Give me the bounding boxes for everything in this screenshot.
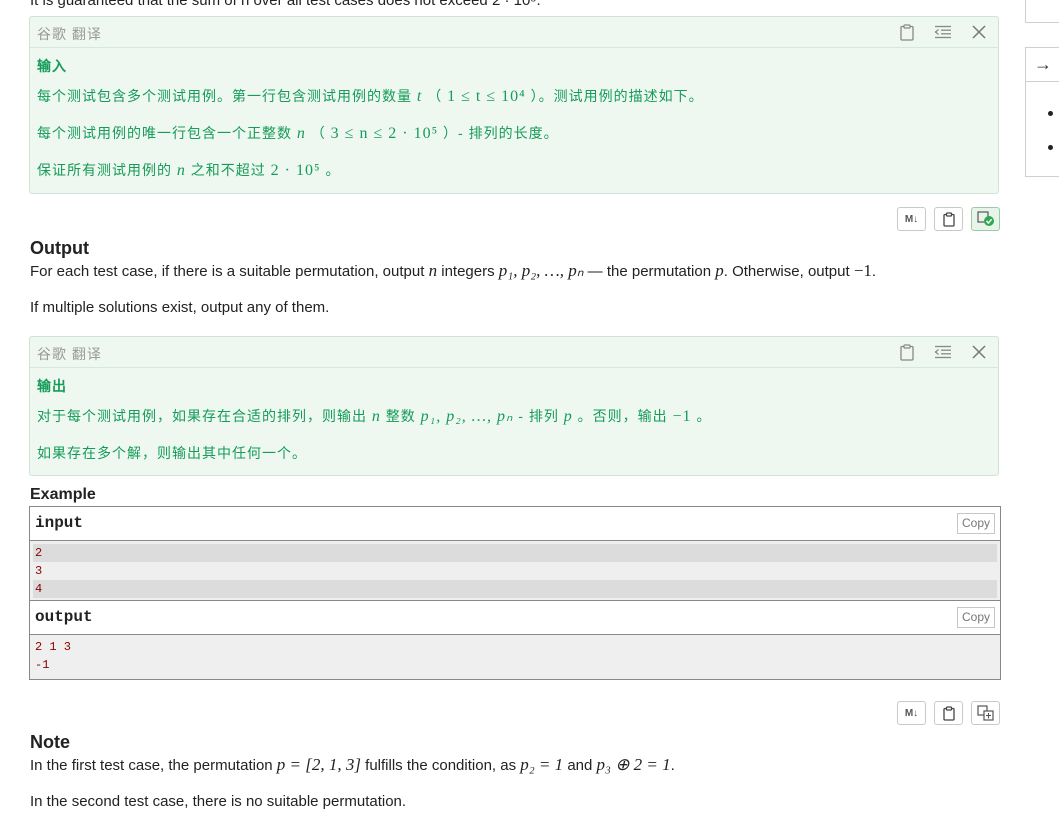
translation-title: 谷歌 翻译 [37, 26, 102, 42]
output-line: -1 [35, 658, 50, 672]
close-icon[interactable] [968, 22, 990, 42]
outdent-icon[interactable] [932, 342, 954, 362]
bullet-icon [1048, 145, 1053, 150]
example-output-label: output [35, 608, 93, 626]
note-title: Note [30, 732, 70, 752]
translation-paragraph: 对于每个测试用例，如果存在合适的排列，则输出 n 整数 p₁, p₂, …, p… [37, 408, 712, 425]
translation-section-label: 输出 [37, 378, 67, 394]
output-paragraph: For each test case, if there is a suitab… [30, 261, 877, 280]
sidebar-box: → [1025, 47, 1059, 177]
statement-text-cut: It is guaranteed that the sum of n over … [30, 0, 541, 9]
translate-done-icon[interactable] [971, 207, 1000, 231]
arrow-icon[interactable]: → [1034, 54, 1052, 75]
note-paragraph: In the first test case, the permutation … [30, 755, 675, 774]
markdown-icon[interactable]: M↓ [897, 207, 926, 231]
example-title: Example [30, 486, 96, 503]
copy-button[interactable]: Copy [956, 607, 995, 628]
output-title: Output [30, 238, 89, 258]
statement-toolbar: M↓ [897, 701, 1000, 725]
statement-toolbar: M↓ [897, 207, 1000, 231]
bullet-icon [1048, 111, 1053, 116]
close-icon[interactable] [968, 342, 990, 362]
example-output-content[interactable]: 2 1 3 -1 [30, 635, 1000, 679]
translation-header: 谷歌 翻译 [30, 17, 998, 48]
example-output-header: output Copy [30, 601, 1000, 635]
translation-title: 谷歌 翻译 [37, 346, 102, 362]
translation-paragraph: 每个测试包含多个测试用例。第一行包含测试用例的数量 t （ 1 ≤ t ≤ 10… [37, 88, 704, 105]
translation-header: 谷歌 翻译 [30, 337, 998, 368]
clipboard-icon[interactable] [934, 207, 963, 231]
example-output-box: output Copy 2 1 3 -1 [29, 600, 1001, 680]
output-paragraph: If multiple solutions exist, output any … [30, 299, 330, 316]
translation-box-input: 谷歌 翻译 输入 每个测试包含多个测试用例。第一行包含测试用例的数量 t （ 1… [29, 16, 999, 194]
sidebar-box-top [1025, 0, 1059, 23]
outdent-icon[interactable] [932, 22, 954, 42]
example-input-label: input [35, 514, 84, 532]
markdown-icon[interactable]: M↓ [897, 701, 926, 725]
translation-box-output: 谷歌 翻译 输出 对于每个测试用例，如果存在合适的排列，则输出 n 整数 p₁,… [29, 336, 999, 476]
copy-button[interactable]: Copy [956, 513, 995, 534]
translation-paragraph: 如果存在多个解，则输出其中任何一个。 [37, 445, 307, 461]
translation-paragraph: 每个测试用例的唯一行包含一个正整数 n （ 3 ≤ n ≤ 2 · 10⁵ ）-… [37, 125, 559, 142]
translate-icon[interactable] [971, 701, 1000, 725]
translation-section-label: 输入 [37, 58, 67, 74]
input-line: 4 [33, 580, 997, 598]
example-input-header: input Copy [30, 507, 1000, 541]
clipboard-icon[interactable] [896, 22, 918, 42]
example-input-box: input Copy 2 3 4 [29, 506, 1001, 602]
input-line: 2 [33, 544, 997, 562]
input-line: 3 [35, 564, 43, 578]
example-input-content[interactable]: 2 3 4 [30, 541, 1000, 601]
divider [1026, 81, 1059, 82]
translation-paragraph: 保证所有测试用例的 n 之和不超过 2 · 10⁵ 。 [37, 162, 341, 179]
note-paragraph: In the second test case, there is no sui… [30, 793, 407, 810]
clipboard-icon[interactable] [896, 342, 918, 362]
clipboard-icon[interactable] [934, 701, 963, 725]
output-line: 2 1 3 [35, 640, 72, 654]
